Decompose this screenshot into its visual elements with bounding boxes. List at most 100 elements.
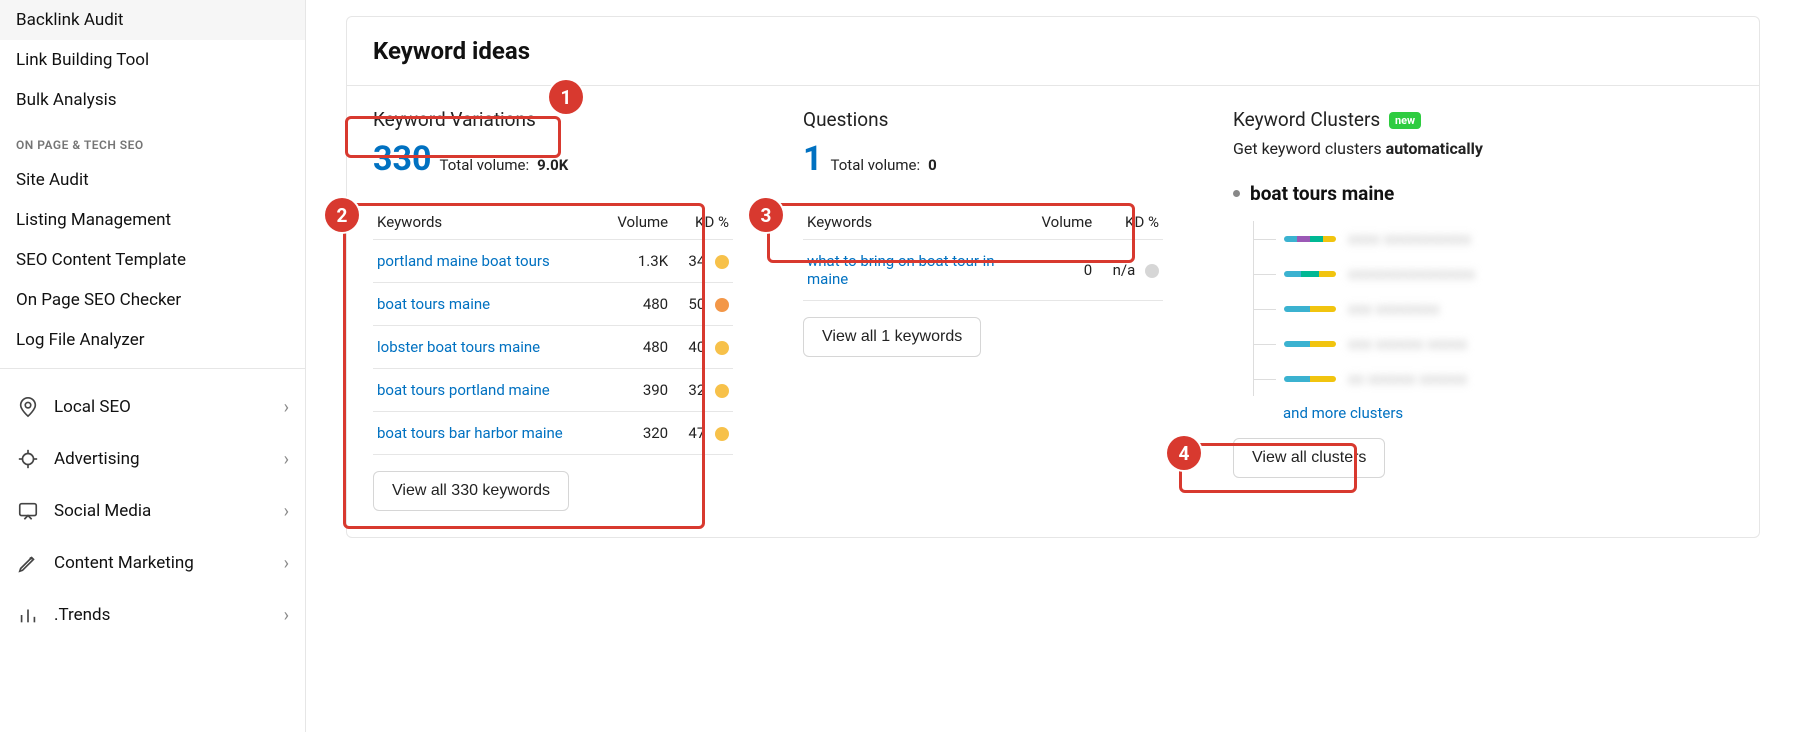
bullet-icon [1233, 190, 1240, 197]
sidebar-link-log-file-analyzer[interactable]: Log File Analyzer [0, 320, 305, 360]
sidebar-section-label: ON PAGE & TECH SEO [0, 120, 305, 160]
clusters-subtitle: Get keyword clusters automatically [1233, 139, 1733, 158]
questions-count: 1 [803, 139, 823, 179]
keyword-clusters-column: Keyword Clusters new Get keyword cluster… [1233, 108, 1733, 511]
table-row: what to bring on boat tour in maine 0n/a [803, 240, 1163, 301]
kd-dot-icon [715, 427, 729, 441]
sidebar-item-advertising[interactable]: Advertising › [0, 433, 305, 485]
cluster-row: xx xxxxxx xxxxxx [1254, 361, 1733, 396]
col-keywords: Keywords [803, 205, 1024, 240]
cluster-row: xxxx xxxxxxxxxxx [1254, 221, 1733, 256]
table-row: boat tours bar harbor maine 32047 [373, 412, 733, 455]
card-header: Keyword ideas [347, 17, 1759, 86]
more-clusters-link[interactable]: and more clusters [1283, 404, 1403, 422]
chevron-right-icon: › [284, 553, 289, 574]
variations-stat: 330 Total volume: 9.0K [373, 139, 733, 183]
kd-cell: 32 [672, 369, 733, 412]
kd-cell: 34 [672, 240, 733, 283]
sidebar: Backlink Audit Link Building Tool Bulk A… [0, 0, 306, 732]
cluster-row-label: xxxx xxxxxxxxxxx [1348, 229, 1471, 248]
chevron-right-icon: › [284, 397, 289, 418]
volume-cell: 320 [598, 412, 672, 455]
sidebar-divider [0, 368, 305, 369]
card-title: Keyword ideas [373, 37, 1733, 65]
cluster-row: xxx xxxxxx xxxxx [1254, 326, 1733, 361]
clusters-title: Keyword Clusters [1233, 108, 1380, 131]
sidebar-item-trends[interactable]: .Trends › [0, 589, 305, 641]
chat-icon [16, 499, 40, 523]
cluster-bar-icon [1284, 376, 1336, 382]
kd-cell: 47 [672, 412, 733, 455]
questions-total-volume-label: Total volume: [831, 156, 921, 174]
cluster-tree: xxxx xxxxxxxxxxx xxxxxxxxxxxxxxxx xxx xxxx… [1253, 221, 1733, 396]
sidebar-item-social-media[interactable]: Social Media › [0, 485, 305, 537]
kd-dot-icon [1145, 264, 1159, 278]
sidebar-link-link-building[interactable]: Link Building Tool [0, 40, 305, 80]
cluster-row-label: xx xxxxxx xxxxxx [1348, 369, 1467, 388]
cluster-bar-icon [1284, 306, 1336, 312]
col-volume: Volume [1024, 205, 1096, 240]
chevron-right-icon: › [284, 501, 289, 522]
table-row: portland maine boat tours1.3K34 [373, 240, 733, 283]
sidebar-item-label: Social Media [54, 501, 151, 521]
keyword-ideas-card: Keyword ideas 1 2 3 4 Keyword Variations… [346, 16, 1760, 538]
sidebar-link-bulk-analysis[interactable]: Bulk Analysis [0, 80, 305, 120]
cluster-main-label: boat tours maine [1250, 182, 1394, 205]
keyword-variations-column: Keyword Variations 330 Total volume: 9.0… [373, 108, 733, 511]
sidebar-link-onpage-seo-checker[interactable]: On Page SEO Checker [0, 280, 305, 320]
questions-title: Questions [803, 108, 1163, 131]
sidebar-link-site-audit[interactable]: Site Audit [0, 160, 305, 200]
sidebar-item-label: .Trends [54, 605, 110, 625]
view-all-clusters-button[interactable]: View all clusters [1233, 438, 1385, 478]
cluster-bar-icon [1284, 271, 1336, 277]
col-keywords: Keywords [373, 205, 598, 240]
new-badge: new [1389, 112, 1421, 129]
kd-cell: 50 [672, 283, 733, 326]
location-pin-icon [16, 395, 40, 419]
view-all-variations-button[interactable]: View all 330 keywords [373, 471, 569, 511]
annotation-marker-4: 4 [1167, 436, 1201, 470]
cluster-row-label: xxx xxxxxxxx [1348, 299, 1439, 318]
chevron-right-icon: › [284, 449, 289, 470]
sidebar-link-backlink-audit[interactable]: Backlink Audit [0, 0, 305, 40]
sidebar-link-listing-management[interactable]: Listing Management [0, 200, 305, 240]
questions-column: Questions 1 Total volume: 0 Keywords Vol… [803, 108, 1163, 511]
cluster-row-label: xxxxxxxxxxxxxxxx [1348, 264, 1475, 283]
keyword-link[interactable]: what to bring on boat tour in maine [807, 252, 995, 288]
kd-cell: n/a [1096, 240, 1163, 301]
table-row: boat tours maine 48050 [373, 283, 733, 326]
kd-cell: 40 [672, 326, 733, 369]
card-body: 1 2 3 4 Keyword Variations 330 Total vol… [347, 86, 1759, 537]
variations-title: Keyword Variations [373, 108, 733, 131]
volume-cell: 390 [598, 369, 672, 412]
cluster-row: xxx xxxxxxxx [1254, 291, 1733, 326]
sidebar-item-local-seo[interactable]: Local SEO › [0, 381, 305, 433]
volume-cell: 480 [598, 283, 672, 326]
sidebar-link-seo-content-template[interactable]: SEO Content Template [0, 240, 305, 280]
kd-dot-icon [715, 341, 729, 355]
questions-table: Keywords Volume KD % what to bring on bo… [803, 205, 1163, 301]
volume-cell: 0 [1024, 240, 1096, 301]
view-all-questions-button[interactable]: View all 1 keywords [803, 317, 981, 357]
cluster-main-title: boat tours maine [1233, 182, 1733, 205]
keyword-link[interactable]: portland maine boat tours [377, 252, 550, 270]
cluster-bar-icon [1284, 341, 1336, 347]
annotation-marker-3: 3 [749, 198, 783, 232]
keyword-link[interactable]: boat tours bar harbor maine [377, 424, 563, 442]
cluster-row: xxxxxxxxxxxxxxxx [1254, 256, 1733, 291]
variations-total-volume: 9.0K [537, 156, 568, 174]
keyword-link[interactable]: boat tours portland maine [377, 381, 550, 399]
sidebar-item-label: Local SEO [54, 397, 131, 417]
cluster-bar-icon [1284, 236, 1336, 242]
table-row: lobster boat tours maine48040 [373, 326, 733, 369]
clusters-title-row: Keyword Clusters new [1233, 108, 1733, 131]
keyword-link[interactable]: lobster boat tours maine [377, 338, 540, 356]
variations-table: Keywords Volume KD % portland maine boat… [373, 205, 733, 455]
col-kd: KD % [672, 205, 733, 240]
main-content: Keyword ideas 1 2 3 4 Keyword Variations… [306, 0, 1800, 732]
sidebar-item-content-marketing[interactable]: Content Marketing › [0, 537, 305, 589]
keyword-link[interactable]: boat tours maine [377, 295, 490, 313]
annotation-marker-2: 2 [325, 198, 359, 232]
questions-total-volume: 0 [928, 156, 937, 174]
cluster-row-label: xxx xxxxxx xxxxx [1348, 334, 1467, 353]
